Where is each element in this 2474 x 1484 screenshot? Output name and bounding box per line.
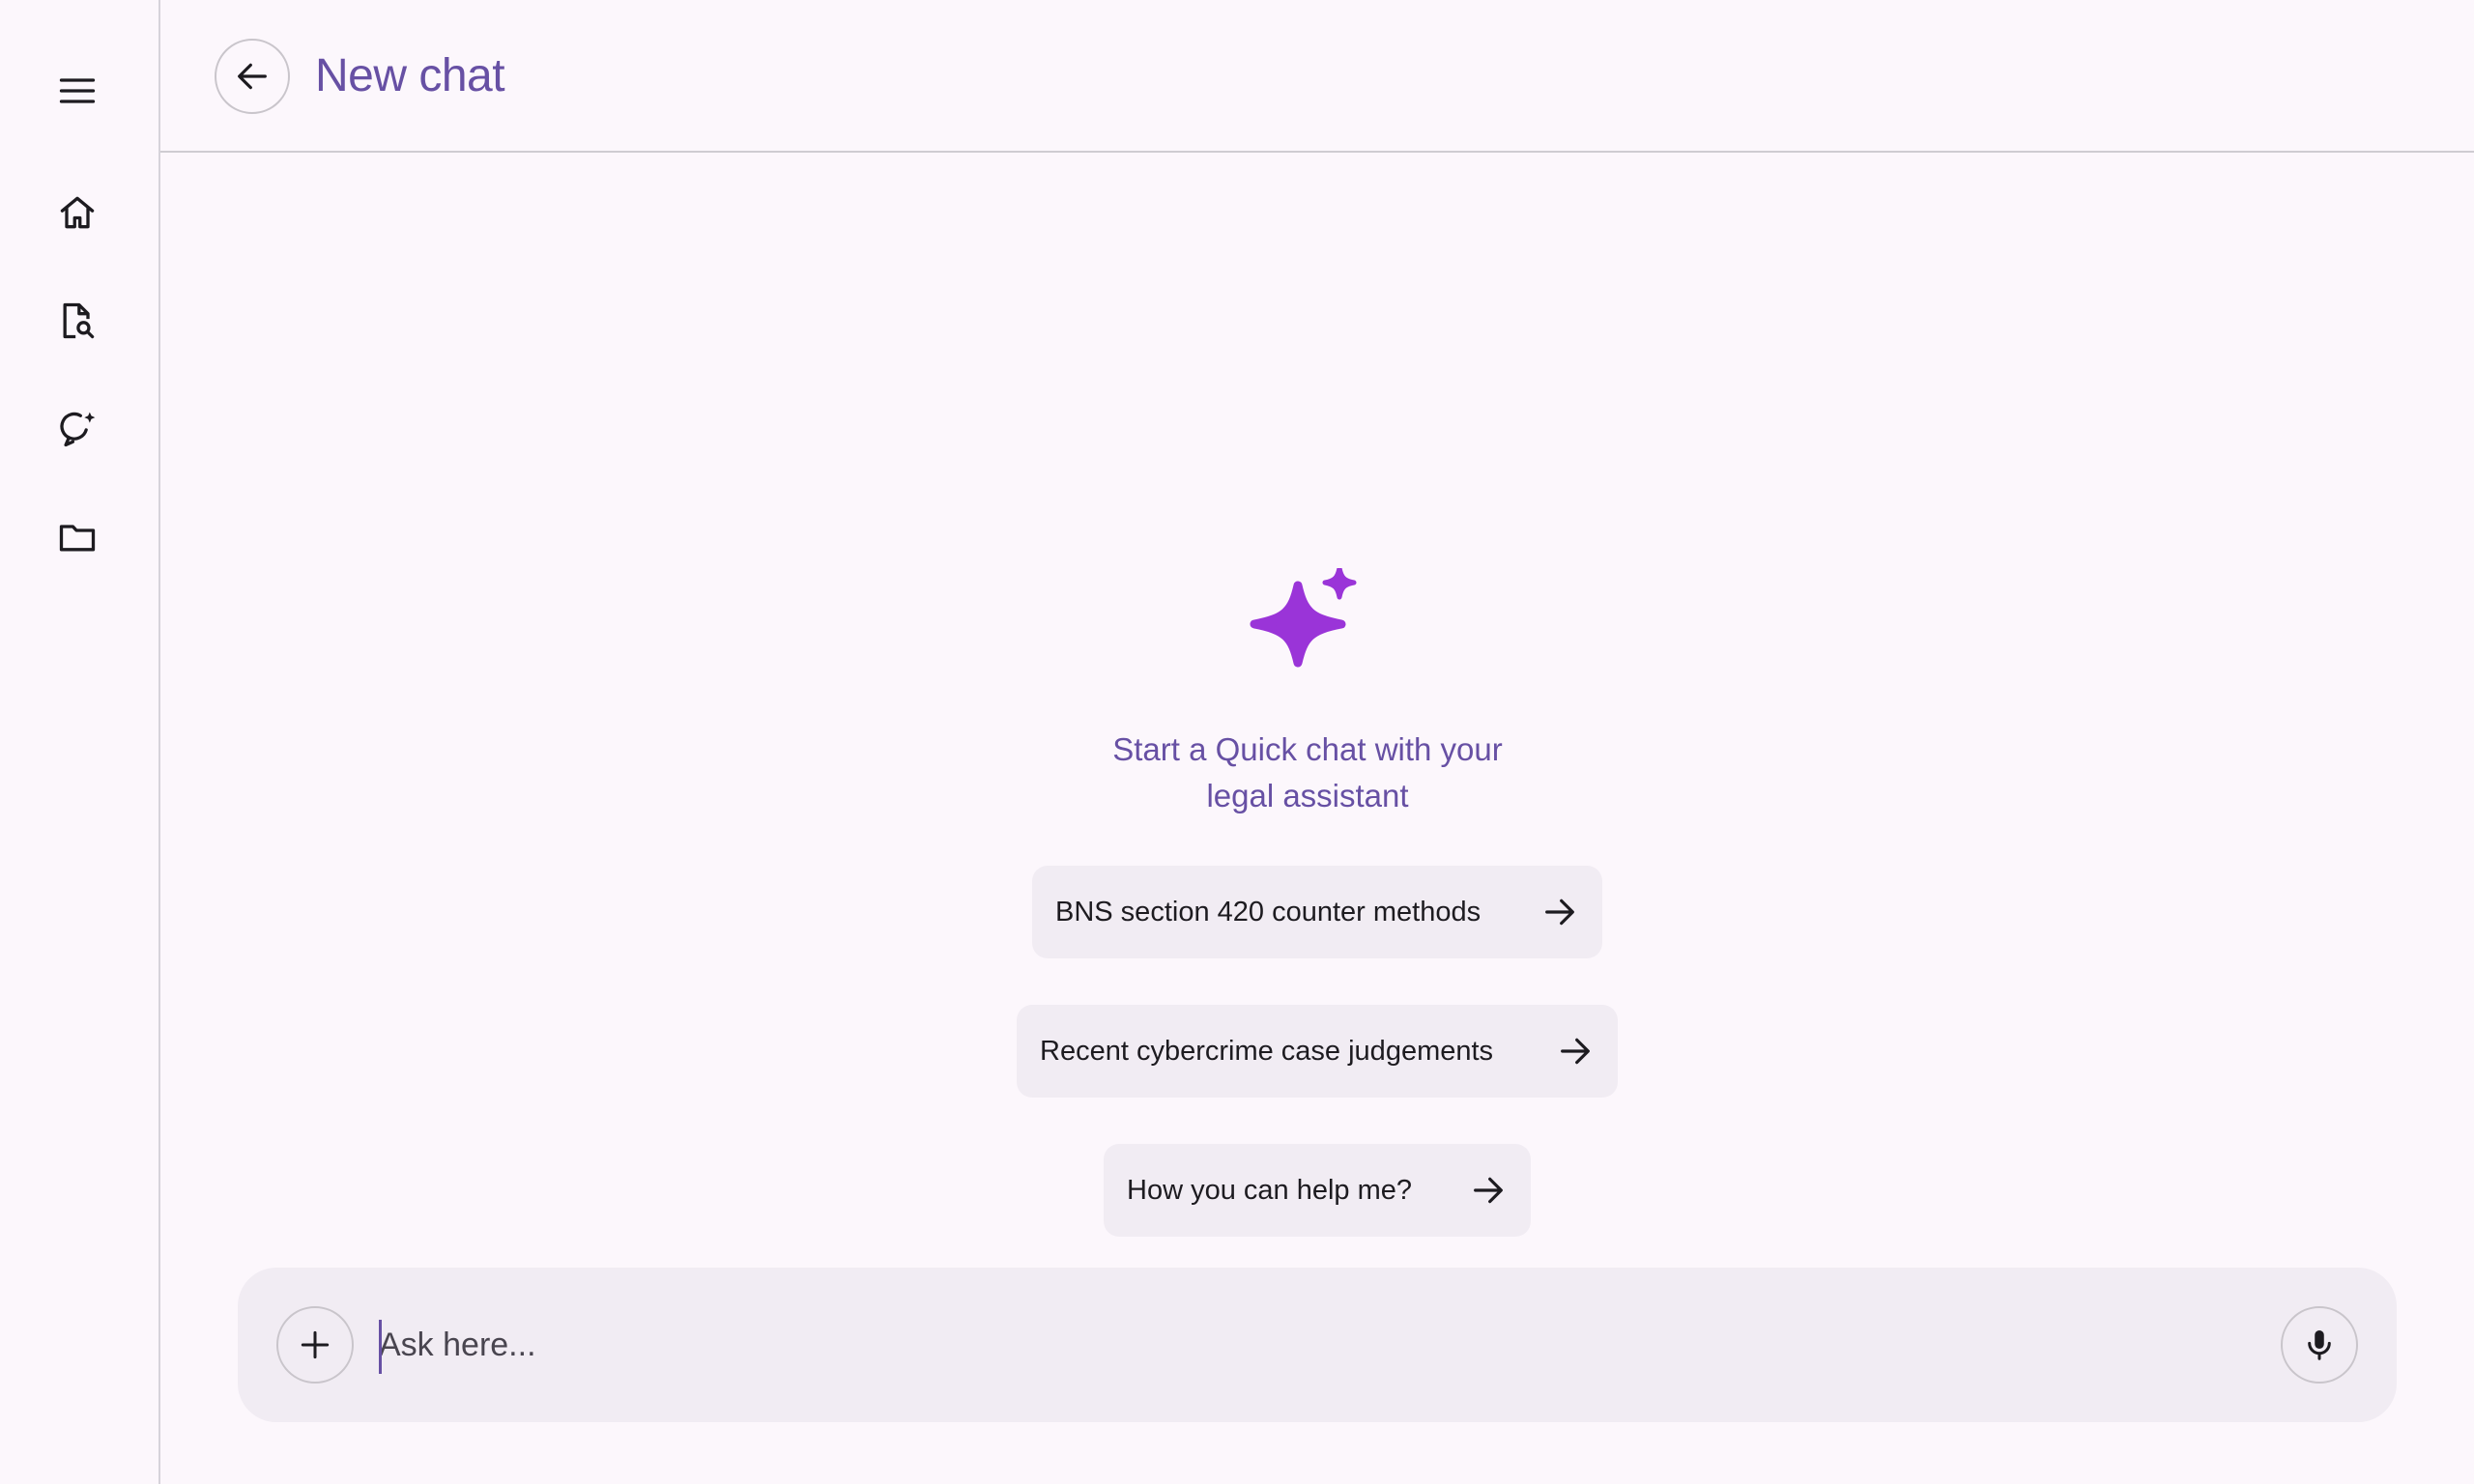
- text-caret: [379, 1320, 382, 1374]
- arrow-left-icon: [238, 63, 267, 90]
- mic-icon: [2308, 1329, 2331, 1360]
- app-window: New chat Start a Quick chat with your le…: [0, 0, 2474, 1484]
- document-search-button[interactable]: [39, 282, 116, 359]
- add-attachment-button[interactable]: [276, 1306, 354, 1384]
- suggestion-chip[interactable]: BNS section 420 counter methods: [1032, 866, 1602, 958]
- suggestion-label: Recent cybercrime case judgements: [1040, 1035, 1494, 1067]
- ask-input[interactable]: [377, 1316, 2215, 1374]
- back-button[interactable]: [215, 39, 290, 114]
- top-app-bar: New chat: [160, 0, 2474, 153]
- suggestion-label: How you can help me?: [1127, 1174, 1412, 1206]
- arrow-right-icon: [1561, 1038, 1590, 1065]
- arrow-right-icon: [1545, 899, 1574, 926]
- page-title: New chat: [315, 50, 505, 101]
- welcome-message: Start a Quick chat with your legal assis…: [1112, 731, 1503, 813]
- home-icon: [60, 196, 95, 229]
- menu-button[interactable]: [39, 52, 116, 129]
- plus-icon: [301, 1330, 330, 1359]
- home-button[interactable]: [39, 174, 116, 251]
- chat-area: New chat Start a Quick chat with your le…: [160, 0, 2474, 1484]
- sparkle-icon: [1250, 568, 1357, 668]
- navigation-rail: [0, 0, 160, 1484]
- arrow-right-icon: [1474, 1177, 1503, 1204]
- quick-chat-button[interactable]: [39, 390, 116, 468]
- suggestion-chip[interactable]: Recent cybercrime case judgements: [1017, 1005, 1618, 1098]
- document-search-icon: [63, 302, 95, 339]
- folder-icon: [59, 525, 96, 552]
- voice-input-button[interactable]: [2281, 1306, 2358, 1384]
- suggestion-chip[interactable]: How you can help me?: [1104, 1144, 1531, 1237]
- message-composer: [238, 1268, 2397, 1422]
- suggestion-label: BNS section 420 counter methods: [1055, 896, 1482, 928]
- menu-icon: [59, 78, 96, 103]
- folder-button[interactable]: [39, 499, 116, 576]
- chat-sparkle-icon: [60, 412, 96, 447]
